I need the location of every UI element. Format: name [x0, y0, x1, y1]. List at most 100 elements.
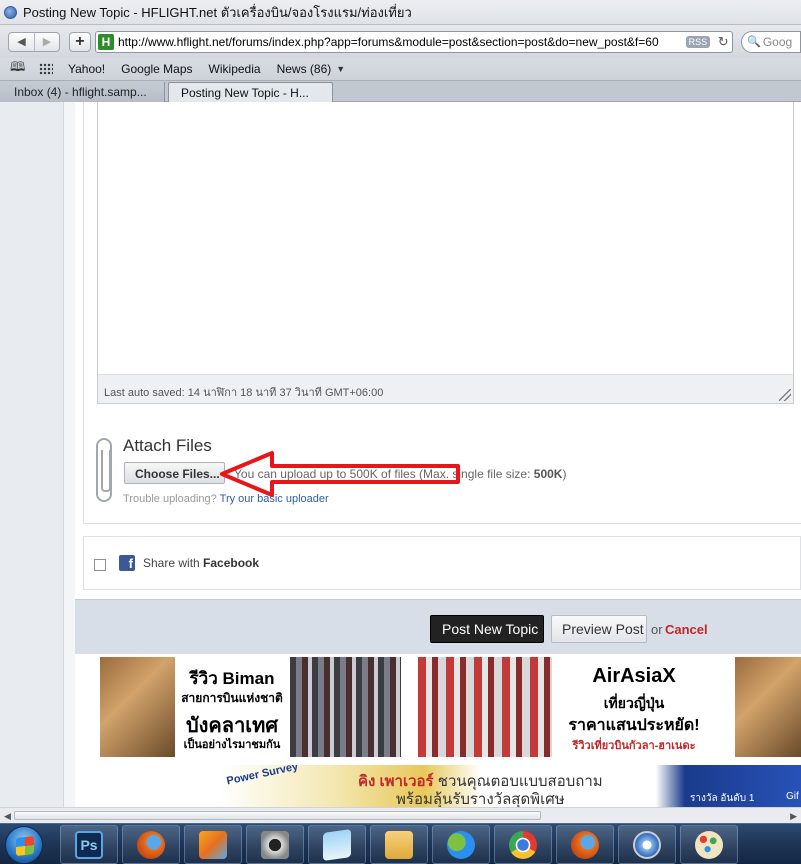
paint-tool-icon — [199, 830, 227, 859]
ad-biman-review[interactable]: รีวิว Biman สายการบินแห่งชาติ บังคลาเทศ … — [100, 657, 401, 757]
chevron-down-icon[interactable]: ▼ — [336, 64, 345, 74]
post-form-panel: Last auto saved: 14 นาฬิกา 18 นาที 37 วิ… — [83, 102, 801, 524]
nav-buttons: ◀ ▶ — [8, 31, 60, 52]
left-margin — [64, 102, 75, 807]
taskbar-explorer[interactable] — [370, 825, 428, 864]
ad1-line1: รีวิว Biman — [189, 669, 275, 688]
reading-list-icon[interactable]: 🕮 — [10, 58, 26, 80]
forward-button[interactable]: ▶ — [34, 32, 59, 51]
ad2-line1: AirAsiaX — [592, 665, 676, 687]
share-label: Share with Facebook — [143, 556, 259, 570]
rss-button[interactable]: RSS — [685, 35, 711, 48]
taskbar-photoshop[interactable]: Ps — [60, 825, 118, 864]
taskbar-firefox[interactable] — [122, 825, 180, 864]
windows-taskbar: Ps — [0, 823, 801, 864]
ad1-line2: สายการบินแห่งชาติ — [181, 691, 283, 705]
taskbar-messenger[interactable] — [432, 825, 490, 864]
window-title-bar: Posting New Topic - HFLIGHT.net ตัวเครื่… — [0, 0, 801, 25]
paperclip-icon — [96, 438, 112, 502]
trouble-text: Trouble uploading? — [123, 493, 217, 505]
cancel-link[interactable]: Cancel — [665, 622, 708, 637]
choose-files-button[interactable]: Choose Files... — [124, 462, 225, 484]
facebook-icon: f — [119, 555, 135, 571]
banner-gift-text: Gif — [786, 791, 799, 802]
banner-prize-text: รางวัล อันดับ 1 — [690, 793, 755, 804]
globe-icon — [4, 5, 17, 19]
ad-partial-right[interactable] — [735, 657, 801, 757]
ad-airasiax-review[interactable]: AirAsiaX เที่ยวญี่ปุ่น ราคาแสนประหยัด! ร… — [416, 657, 716, 757]
safari-compass-icon — [633, 830, 661, 859]
ad-crowd-image — [290, 657, 401, 757]
ad-plane-image-2 — [735, 657, 801, 757]
tab-posting-new-topic[interactable]: Posting New Topic - H... — [168, 82, 333, 103]
search-icon: 🔍 — [747, 36, 761, 48]
taskbar-speaker[interactable] — [246, 825, 304, 864]
attach-files-title: Attach Files — [123, 436, 212, 455]
start-button[interactable] — [5, 826, 43, 864]
taskbar-notepad[interactable] — [308, 825, 366, 864]
post-editor[interactable]: Last auto saved: 14 นาฬิกา 18 นาที 37 วิ… — [97, 102, 794, 404]
preview-post-button[interactable]: Preview Post — [551, 615, 647, 643]
red-arrow-annotation — [220, 451, 460, 497]
tab-inbox[interactable]: Inbox (4) - hflight.samp... — [0, 82, 165, 103]
search-placeholder: Goog — [762, 34, 793, 49]
share-panel: f Share with Facebook — [83, 536, 801, 590]
reload-icon[interactable]: ↻ — [714, 34, 732, 50]
banner-survey-text: Power Survey — [225, 765, 300, 788]
ad-cabin-image — [418, 657, 552, 757]
ad-plane-image — [100, 657, 175, 757]
king-power-banner[interactable]: Power Survey คิง เพาเวอร์ ชวนคุณตอบแบบสอ… — [220, 765, 801, 807]
ad2-line2: เที่ยวญี่ปุ่น — [603, 695, 665, 711]
notepad-icon — [323, 828, 351, 861]
folder-icon — [385, 830, 413, 859]
horizontal-scrollbar[interactable]: ◀ ▶ — [0, 807, 801, 823]
bookmark-google-maps[interactable]: Google Maps — [121, 62, 192, 76]
bookmarks-bar: 🕮 Yahoo! Google Maps Wikipedia News (86)… — [0, 58, 801, 80]
taskbar-firefox-2[interactable] — [556, 825, 614, 864]
photoshop-icon: Ps — [75, 830, 103, 859]
messenger-icon — [447, 830, 475, 859]
upload-note-suffix: ) — [562, 467, 567, 481]
firefox-icon — [137, 830, 165, 859]
taskbar-safari[interactable] — [618, 825, 676, 864]
autosave-text: Last auto saved: 14 นาฬิกา 18 นาที 37 วิ… — [104, 387, 384, 399]
browser-toolbar: ◀ ▶ + H http://www.hflight.net/forums/in… — [0, 25, 801, 58]
window-title: Posting New Topic - HFLIGHT.net ตัวเครื่… — [23, 4, 412, 20]
taskbar-paint-tool[interactable] — [184, 825, 242, 864]
scroll-right-arrow-icon[interactable]: ▶ — [790, 811, 797, 822]
or-text: or — [651, 622, 663, 637]
banner-subline: พร้อมลุ้นรับรางวัลสุดพิเศษ — [396, 791, 565, 807]
taskbar-paint[interactable] — [680, 825, 738, 864]
editor-status-bar: Last auto saved: 14 นาฬิกา 18 นาที 37 วิ… — [98, 374, 793, 403]
add-bookmark-button[interactable]: + — [69, 31, 91, 52]
scrollbar-thumb[interactable] — [14, 811, 541, 820]
upload-note-max: 500K — [533, 467, 563, 481]
share-label-prefix: Share with — [143, 556, 204, 570]
speaker-icon — [261, 830, 289, 859]
search-field[interactable]: 🔍 Goog — [741, 30, 801, 53]
taskbar-chrome[interactable] — [494, 825, 552, 864]
chrome-icon — [509, 830, 537, 859]
back-button[interactable]: ◀ — [9, 33, 34, 51]
submit-bar: Post New Topic Preview Post or Cancel — [75, 599, 801, 654]
left-sidebar-background — [0, 102, 64, 807]
ad2-line4: รีวิวเที่ยวบินกัวลา-ฮาเนดะ — [572, 740, 696, 752]
firefox-icon — [571, 830, 599, 859]
page-content: Last auto saved: 14 นาฬิกา 18 นาที 37 วิ… — [0, 102, 801, 807]
bookmark-wikipedia[interactable]: Wikipedia — [209, 62, 261, 76]
url-input[interactable]: http://www.hflight.net/forums/index.php?… — [118, 35, 686, 49]
address-bar[interactable]: H http://www.hflight.net/forums/index.ph… — [94, 30, 734, 53]
paint-palette-icon — [695, 830, 723, 859]
ad1-line4: เป็นอย่างไรมาชมกัน — [183, 739, 281, 751]
post-new-topic-button[interactable]: Post New Topic — [430, 615, 544, 643]
share-label-service: Facebook — [203, 556, 260, 570]
share-facebook-checkbox[interactable] — [94, 559, 106, 571]
tab-strip: Inbox (4) - hflight.samp... Posting New … — [0, 80, 801, 103]
bookmark-news[interactable]: News (86) — [277, 62, 332, 76]
bookmark-yahoo[interactable]: Yahoo! — [68, 62, 105, 76]
scroll-left-arrow-icon[interactable]: ◀ — [4, 811, 11, 822]
resize-handle-icon[interactable] — [779, 389, 791, 401]
ad2-line3: ราคาแสนประหยัด! — [568, 717, 700, 734]
site-favicon-icon: H — [97, 33, 114, 50]
top-sites-grid-icon[interactable] — [39, 63, 53, 75]
